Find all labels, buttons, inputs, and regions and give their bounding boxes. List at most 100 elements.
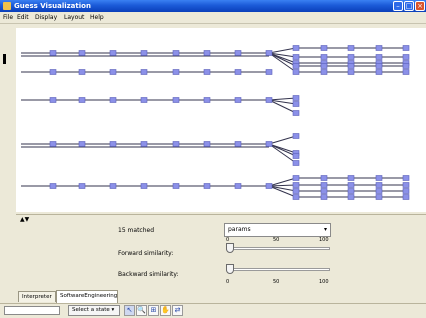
graph-node[interactable] xyxy=(402,194,410,200)
graph-node[interactable] xyxy=(265,141,273,147)
graph-node[interactable] xyxy=(49,97,57,103)
method-dropdown[interactable]: params ▾ xyxy=(224,223,331,237)
graph-node[interactable] xyxy=(292,160,300,166)
graph-view[interactable] xyxy=(16,28,426,212)
graph-node[interactable] xyxy=(375,63,383,69)
graph-node[interactable] xyxy=(402,69,410,75)
graph-node[interactable] xyxy=(203,69,211,75)
layout-tool-icon[interactable]: ⇄ xyxy=(172,305,183,316)
slider-thumb[interactable] xyxy=(226,243,234,253)
collapse-arrows-icon[interactable]: ▲▼ xyxy=(20,217,29,223)
graph-node[interactable] xyxy=(172,69,180,75)
zoom-tool-icon[interactable]: 🔍 xyxy=(136,305,147,316)
graph-node[interactable] xyxy=(172,50,180,56)
graph-node[interactable] xyxy=(140,69,148,75)
graph-node[interactable] xyxy=(320,69,328,75)
graph-node[interactable] xyxy=(78,69,86,75)
graph-node[interactable] xyxy=(49,50,57,56)
graph-node[interactable] xyxy=(234,50,242,56)
graph-node[interactable] xyxy=(375,175,383,181)
pointer-tool-icon[interactable]: ↖ xyxy=(124,305,135,316)
graph-node[interactable] xyxy=(375,54,383,60)
graph-node[interactable] xyxy=(347,45,355,51)
graph-node[interactable] xyxy=(320,188,328,194)
maximize-button[interactable]: □ xyxy=(404,1,414,11)
state-select[interactable]: Select a state ▾ xyxy=(68,305,120,316)
graph-node[interactable] xyxy=(292,188,300,194)
graph-node[interactable] xyxy=(109,97,117,103)
graph-node[interactable] xyxy=(347,69,355,75)
graph-node[interactable] xyxy=(265,69,273,75)
graph-node[interactable] xyxy=(234,97,242,103)
graph-node[interactable] xyxy=(375,45,383,51)
graph-node[interactable] xyxy=(265,50,273,56)
graph-node[interactable] xyxy=(109,69,117,75)
tab-software-engineering[interactable]: SoftwareEngineering xyxy=(56,290,118,303)
hand-tool-icon[interactable]: ✋ xyxy=(160,305,171,316)
graph-node[interactable] xyxy=(203,97,211,103)
graph-node[interactable] xyxy=(172,183,180,189)
menu-help[interactable]: Help xyxy=(90,13,104,22)
left-splitter[interactable] xyxy=(0,24,16,214)
graph-node[interactable] xyxy=(78,183,86,189)
graph-node[interactable] xyxy=(49,183,57,189)
graph-node[interactable] xyxy=(140,97,148,103)
menu-layout[interactable]: Layout xyxy=(64,13,84,22)
graph-node[interactable] xyxy=(320,175,328,181)
graph-node[interactable] xyxy=(109,183,117,189)
graph-node[interactable] xyxy=(172,97,180,103)
graph-node[interactable] xyxy=(140,50,148,56)
graph-node[interactable] xyxy=(402,188,410,194)
graph-node[interactable] xyxy=(292,69,300,75)
graph-node[interactable] xyxy=(109,141,117,147)
forward-similarity-slider[interactable] xyxy=(224,243,336,255)
graph-node[interactable] xyxy=(292,175,300,181)
graph-node[interactable] xyxy=(292,95,300,101)
graph-node[interactable] xyxy=(402,45,410,51)
graph-node[interactable] xyxy=(375,182,383,188)
graph-node[interactable] xyxy=(49,69,57,75)
graph-node[interactable] xyxy=(292,153,300,159)
graph-node[interactable] xyxy=(292,194,300,200)
menu-display[interactable]: Display xyxy=(35,13,57,22)
graph-node[interactable] xyxy=(320,182,328,188)
graph-node[interactable] xyxy=(292,45,300,51)
graph-node[interactable] xyxy=(347,182,355,188)
graph-node[interactable] xyxy=(320,45,328,51)
slider-thumb[interactable] xyxy=(226,264,234,274)
graph-node[interactable] xyxy=(402,175,410,181)
graph-node[interactable] xyxy=(292,110,300,116)
graph-node[interactable] xyxy=(49,141,57,147)
graph-node[interactable] xyxy=(109,50,117,56)
graph-node[interactable] xyxy=(402,182,410,188)
graph-node[interactable] xyxy=(78,141,86,147)
graph-node[interactable] xyxy=(78,97,86,103)
tab-interpreter[interactable]: Interpreter xyxy=(18,291,56,302)
splitter-handle[interactable] xyxy=(3,54,6,64)
graph-node[interactable] xyxy=(347,63,355,69)
graph-node[interactable] xyxy=(347,54,355,60)
graph-node[interactable] xyxy=(375,194,383,200)
graph-node[interactable] xyxy=(234,141,242,147)
menu-edit[interactable]: Edit xyxy=(17,13,29,22)
graph-node[interactable] xyxy=(347,188,355,194)
graph-node[interactable] xyxy=(140,183,148,189)
select-tool-icon[interactable]: ⊞ xyxy=(148,305,159,316)
graph-node[interactable] xyxy=(203,50,211,56)
graph-node[interactable] xyxy=(234,183,242,189)
graph-node[interactable] xyxy=(402,63,410,69)
graph-node[interactable] xyxy=(203,183,211,189)
graph-node[interactable] xyxy=(375,69,383,75)
graph-node[interactable] xyxy=(203,141,211,147)
graph-node[interactable] xyxy=(265,97,273,103)
graph-node[interactable] xyxy=(292,182,300,188)
close-button[interactable]: × xyxy=(415,1,425,11)
graph-node[interactable] xyxy=(402,54,410,60)
menu-file[interactable]: File xyxy=(3,13,13,22)
graph-node[interactable] xyxy=(347,194,355,200)
graph-node[interactable] xyxy=(140,141,148,147)
graph-node[interactable] xyxy=(234,69,242,75)
graph-node[interactable] xyxy=(292,133,300,139)
graph-node[interactable] xyxy=(172,141,180,147)
backward-similarity-slider[interactable] xyxy=(224,264,336,276)
